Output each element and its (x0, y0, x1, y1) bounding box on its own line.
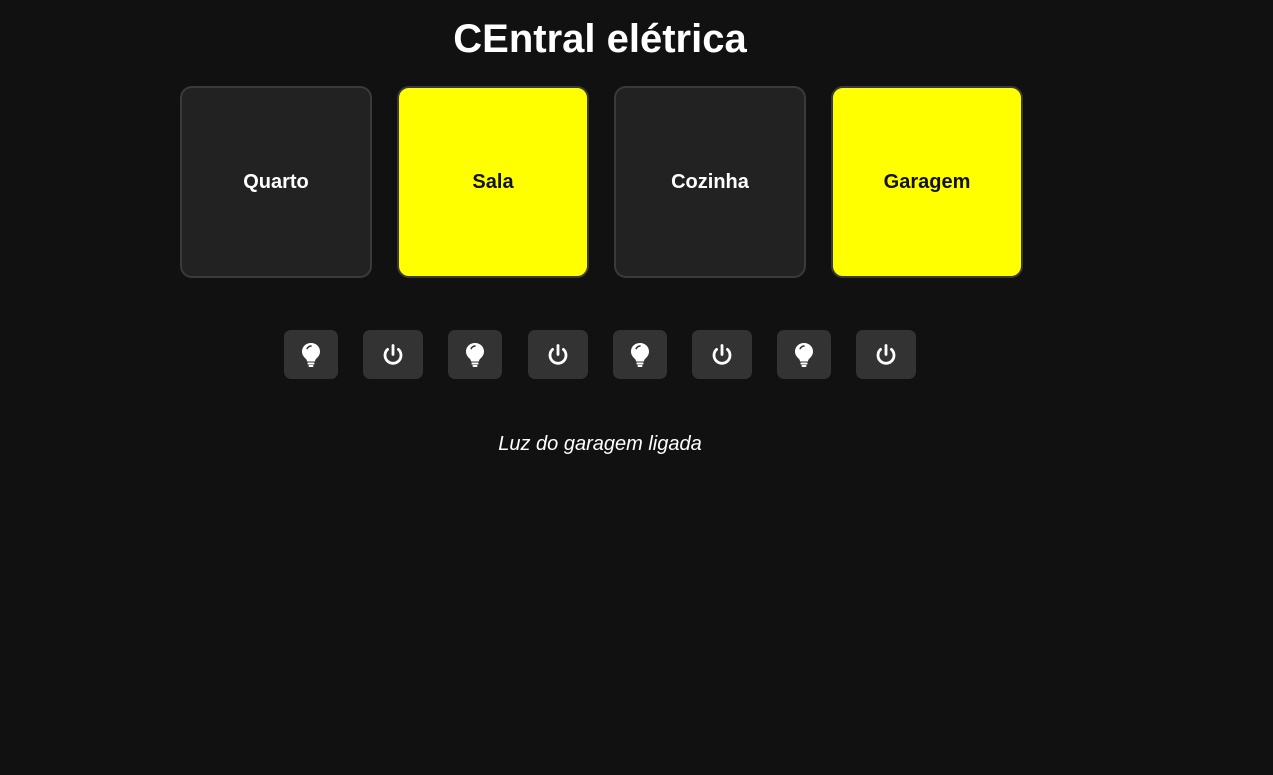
lightbulb-icon (302, 342, 320, 367)
power-off-button-cozinha[interactable] (692, 330, 752, 379)
power-icon (548, 343, 568, 365)
room-label: Sala (472, 170, 514, 193)
power-icon (383, 343, 403, 365)
room-grid: Quarto Sala Cozinha Garagem (180, 86, 1023, 278)
room-tile-sala[interactable]: Sala (397, 86, 589, 278)
lightbulb-icon (795, 342, 813, 367)
power-off-button-sala[interactable] (528, 330, 588, 379)
page-title: CEntral elétrica (453, 17, 747, 61)
status-message: Luz do garagem ligada (498, 433, 702, 455)
power-icon (876, 343, 896, 365)
room-tile-garagem[interactable]: Garagem (831, 86, 1023, 278)
light-on-button-garagem[interactable] (777, 330, 831, 379)
light-on-button-cozinha[interactable] (613, 330, 667, 379)
room-tile-quarto[interactable]: Quarto (180, 86, 372, 278)
power-off-button-quarto[interactable] (363, 330, 423, 379)
lightbulb-icon (466, 342, 484, 367)
room-tile-cozinha[interactable]: Cozinha (614, 86, 806, 278)
room-label: Garagem (883, 170, 971, 193)
lightbulb-icon (631, 342, 649, 367)
light-on-button-sala[interactable] (448, 330, 502, 379)
room-label: Cozinha (671, 170, 749, 193)
power-icon (712, 343, 732, 365)
power-off-button-garagem[interactable] (856, 330, 916, 379)
room-label: Quarto (243, 170, 309, 193)
light-on-button-quarto[interactable] (284, 330, 338, 379)
